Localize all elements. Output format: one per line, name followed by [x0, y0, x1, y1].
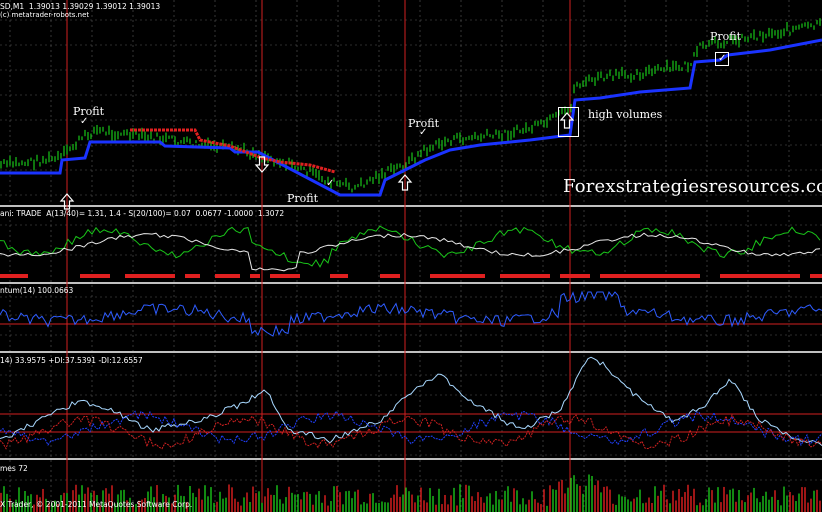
trading-chart[interactable] — [0, 0, 822, 512]
trade-histogram-bar — [80, 274, 110, 278]
trade-indicator-pane[interactable] — [0, 225, 822, 278]
plus-di-line — [0, 410, 822, 447]
momentum-pane[interactable] — [0, 290, 822, 337]
check-icon: ✓ — [80, 116, 89, 127]
momentum-line — [0, 290, 822, 337]
adx-label: 14) 33.9575 +DI:37.5391 -DI:12.6557 — [0, 356, 143, 365]
trade-histogram-bar — [500, 274, 550, 278]
trade-red-histogram — [0, 274, 822, 278]
trade-histogram-bar — [185, 274, 200, 278]
volumes-label: mes 72 — [0, 464, 28, 473]
trade-histogram-bar — [560, 274, 590, 278]
copyright-footer: X Trader, © 2001-2011 MetaQuotes Softwar… — [0, 500, 193, 509]
trade-histogram-bar — [125, 274, 175, 278]
high-volumes-label: high volumes — [588, 108, 663, 121]
high-volumes-box — [558, 107, 579, 137]
profit-label-4: Profit — [710, 30, 742, 43]
trade-histogram-bar — [270, 274, 300, 278]
trade-histogram-bar — [330, 274, 348, 278]
grid-lines — [0, 0, 822, 512]
trade-histogram-bar — [0, 274, 28, 278]
trade-histogram-bar — [250, 274, 260, 278]
momentum-label: ntum(14) 100.0663 — [0, 286, 74, 295]
profit-label-3: Profit — [287, 192, 319, 205]
trade-histogram-bar — [810, 274, 822, 278]
check-icon: ✓ — [419, 127, 428, 138]
signal-vertical-lines — [66, 0, 571, 512]
trade-green-line — [0, 225, 821, 268]
symbol-header: SD,M1 1.39013 1.39029 1.39012 1.39013 — [0, 2, 161, 11]
watermark: Forexstrategiesresources.com — [563, 176, 822, 197]
trade-histogram-bar — [600, 274, 700, 278]
check-icon: ✓ — [326, 178, 335, 189]
adx-pane[interactable] — [0, 356, 822, 450]
check-box-icon: ✓ — [715, 52, 730, 66]
trade-histogram-bar — [215, 274, 240, 278]
trade-histogram-bar — [720, 274, 800, 278]
trade-histogram-bar — [430, 274, 485, 278]
trade-histogram-bar — [380, 274, 400, 278]
trade-indicator-label: ani: TRADE A(13/40)= 1.31, 1.4 - S(20/10… — [0, 209, 285, 218]
site-header: (c) metatrader-robots.net — [0, 11, 90, 19]
pane-separators — [0, 205, 822, 460]
profit-label-1: Profit — [73, 105, 105, 118]
